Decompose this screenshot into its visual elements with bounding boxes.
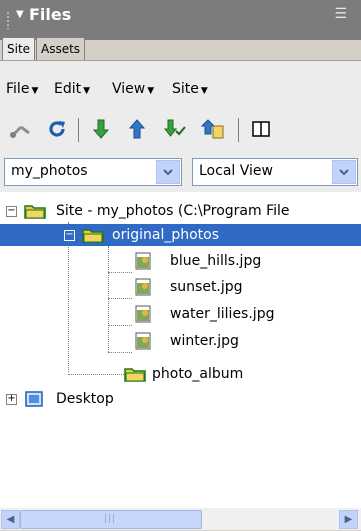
file-label: winter.jpg [170, 333, 239, 349]
folder-icon [82, 229, 104, 243]
tab-assets[interactable]: Assets [36, 37, 86, 60]
file-tree[interactable]: − Site - my_photos (C:\Program File − or… [0, 192, 361, 523]
folder-label: photo_album [152, 366, 244, 382]
tree-row-file[interactable]: winter.jpg [0, 330, 361, 352]
refresh-icon[interactable] [44, 116, 70, 142]
image-file-icon [135, 278, 151, 296]
grip-icon: ||| [104, 514, 117, 524]
chevron-down-icon: ▼ [31, 86, 39, 96]
panel-title: Files [29, 5, 72, 24]
tree-row-desktop[interactable]: + Desktop [6, 388, 361, 410]
chevron-down-icon: ▼ [83, 86, 91, 96]
chevron-down-icon: ▼ [200, 86, 208, 96]
site-select[interactable]: my_photos [4, 158, 182, 186]
check-in-icon[interactable] [200, 116, 226, 142]
tab-site[interactable]: Site [2, 37, 36, 60]
put-icon[interactable] [124, 116, 150, 142]
image-file-icon [135, 305, 151, 323]
view-select-value: Local View [199, 163, 273, 179]
tree-row-file[interactable]: sunset.jpg [0, 276, 361, 298]
connect-icon[interactable] [8, 116, 34, 142]
tree-row-file[interactable]: blue_hills.jpg [0, 250, 361, 272]
site-root-label: Site - my_photos (C:\Program File [56, 203, 290, 219]
menu-edit[interactable]: Edit ▼ [54, 81, 90, 97]
chevron-down-icon: ▼ [147, 86, 155, 96]
image-file-icon [135, 252, 151, 270]
get-icon[interactable] [88, 116, 114, 142]
tree-row-site-root[interactable]: − Site - my_photos (C:\Program File [6, 200, 361, 222]
files-panel: ▼ Files ☰ Site Assets File ▼ Edit ▼ View ▼ … [0, 0, 361, 531]
panel-title-bar[interactable]: ▼ Files ☰ [0, 0, 361, 40]
folder-label: original_photos [112, 227, 220, 243]
file-label: blue_hills.jpg [170, 253, 262, 269]
horizontal-scrollbar[interactable]: ◀ ||| ▶ [0, 508, 361, 530]
tree-line [108, 325, 132, 326]
tree-line [108, 272, 132, 273]
file-label: water_lilies.jpg [170, 306, 275, 322]
scroll-right-icon[interactable]: ▶ [339, 510, 358, 529]
scrollbar-thumb[interactable]: ||| [20, 510, 202, 529]
chevron-down-icon[interactable] [156, 160, 180, 184]
collapse-toggle-icon[interactable]: − [6, 206, 17, 217]
folder-icon [124, 368, 146, 382]
menu-file-label: File [6, 81, 30, 97]
desktop-label: Desktop [56, 391, 114, 407]
view-select[interactable]: Local View [192, 158, 358, 186]
toolbar-separator [78, 118, 79, 142]
menu-site[interactable]: Site ▼ [172, 81, 208, 97]
chevron-down-icon[interactable] [332, 160, 356, 184]
menu-site-label: Site [172, 81, 199, 97]
tree-row-photo-album[interactable]: photo_album [0, 363, 361, 385]
tree-row-file[interactable]: water_lilies.jpg [0, 303, 361, 325]
tree-line [108, 352, 132, 353]
check-out-icon[interactable] [162, 116, 188, 142]
expand-toggle-icon[interactable]: + [6, 394, 17, 405]
menu-file[interactable]: File ▼ [6, 81, 38, 97]
site-select-value: my_photos [11, 163, 88, 179]
menu-edit-label: Edit [54, 81, 82, 97]
toolbar-separator [238, 118, 239, 142]
selector-row: my_photos Local View [0, 148, 361, 192]
image-file-icon [135, 332, 151, 350]
desktop-icon [25, 391, 43, 407]
menu-view-label: View [112, 81, 146, 97]
collapse-arrow-icon[interactable]: ▼ [16, 9, 24, 20]
collapse-toggle-icon[interactable]: − [64, 230, 75, 241]
menu-view[interactable]: View ▼ [112, 81, 154, 97]
tree-line [108, 298, 132, 299]
folder-icon [24, 205, 46, 219]
scroll-left-icon[interactable]: ◀ [1, 510, 20, 529]
panel-options-icon[interactable]: ☰ [334, 6, 347, 22]
file-label: sunset.jpg [170, 279, 243, 295]
toolbar [0, 112, 361, 148]
tree-row-original-photos[interactable]: − original_photos [0, 224, 361, 246]
menu-bar: File ▼ Edit ▼ View ▼ Site ▼ [0, 60, 361, 113]
expand-icon[interactable] [248, 116, 274, 142]
panel-grip-icon[interactable] [6, 11, 10, 29]
